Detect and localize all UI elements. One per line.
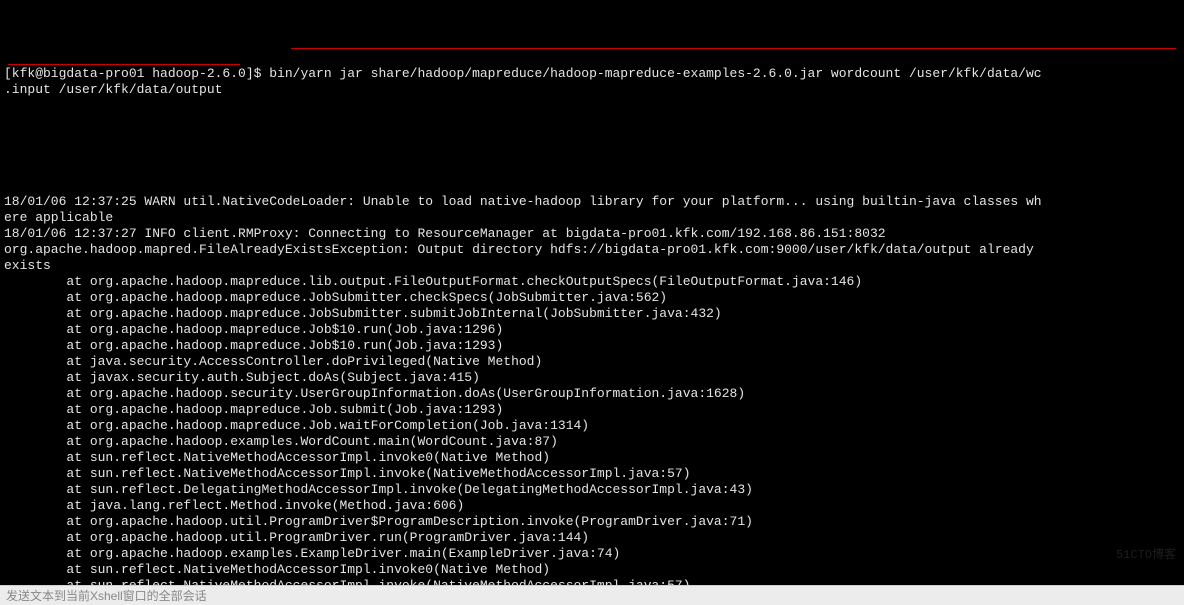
output-line: at sun.reflect.DelegatingMethodAccessorI… xyxy=(4,482,1180,498)
output-line: at org.apache.hadoop.mapreduce.JobSubmit… xyxy=(4,290,1180,306)
output-line: at org.apache.hadoop.examples.WordCount.… xyxy=(4,434,1180,450)
output-line: at org.apache.hadoop.mapreduce.lib.outpu… xyxy=(4,274,1180,290)
terminal-output: 18/01/06 12:37:25 WARN util.NativeCodeLo… xyxy=(4,194,1180,585)
output-line: at org.apache.hadoop.security.UserGroupI… xyxy=(4,386,1180,402)
output-line: at org.apache.hadoop.mapreduce.Job$10.ru… xyxy=(4,322,1180,338)
output-line: at org.apache.hadoop.util.ProgramDriver$… xyxy=(4,514,1180,530)
output-line: at javax.security.auth.Subject.doAs(Subj… xyxy=(4,370,1180,386)
output-line: at org.apache.hadoop.mapreduce.Job$10.ru… xyxy=(4,338,1180,354)
output-line: at sun.reflect.NativeMethodAccessorImpl.… xyxy=(4,562,1180,578)
output-line: org.apache.hadoop.mapred.FileAlreadyExis… xyxy=(4,242,1180,258)
command-line: [kfk@bigdata-pro01 hadoop-2.6.0]$ bin/ya… xyxy=(4,34,1180,162)
output-line: exists xyxy=(4,258,1180,274)
output-line: ere applicable xyxy=(4,210,1180,226)
output-line: 18/01/06 12:37:27 INFO client.RMProxy: C… xyxy=(4,226,1180,242)
highlight-underline xyxy=(291,48,1176,49)
output-line: at org.apache.hadoop.examples.ExampleDri… xyxy=(4,546,1180,562)
output-line: at org.apache.hadoop.mapreduce.Job.waitF… xyxy=(4,418,1180,434)
output-line: at java.lang.reflect.Method.invoke(Metho… xyxy=(4,498,1180,514)
output-line: at java.security.AccessController.doPriv… xyxy=(4,354,1180,370)
output-line: at org.apache.hadoop.util.ProgramDriver.… xyxy=(4,530,1180,546)
output-line: at org.apache.hadoop.mapreduce.Job.submi… xyxy=(4,402,1180,418)
status-text: 发送文本到当前Xshell窗口的全部会话 xyxy=(6,589,207,603)
output-line: 18/01/06 12:37:25 WARN util.NativeCodeLo… xyxy=(4,194,1180,210)
status-bar: 发送文本到当前Xshell窗口的全部会话 xyxy=(0,585,1184,605)
output-line: at sun.reflect.NativeMethodAccessorImpl.… xyxy=(4,466,1180,482)
output-line: at sun.reflect.NativeMethodAccessorImpl.… xyxy=(4,578,1180,585)
highlight-underline xyxy=(8,64,240,65)
terminal[interactable]: [kfk@bigdata-pro01 hadoop-2.6.0]$ bin/ya… xyxy=(0,0,1184,585)
watermark: 51CTO博客 xyxy=(1116,547,1176,563)
output-line: at org.apache.hadoop.mapreduce.JobSubmit… xyxy=(4,306,1180,322)
output-line: at sun.reflect.NativeMethodAccessorImpl.… xyxy=(4,450,1180,466)
